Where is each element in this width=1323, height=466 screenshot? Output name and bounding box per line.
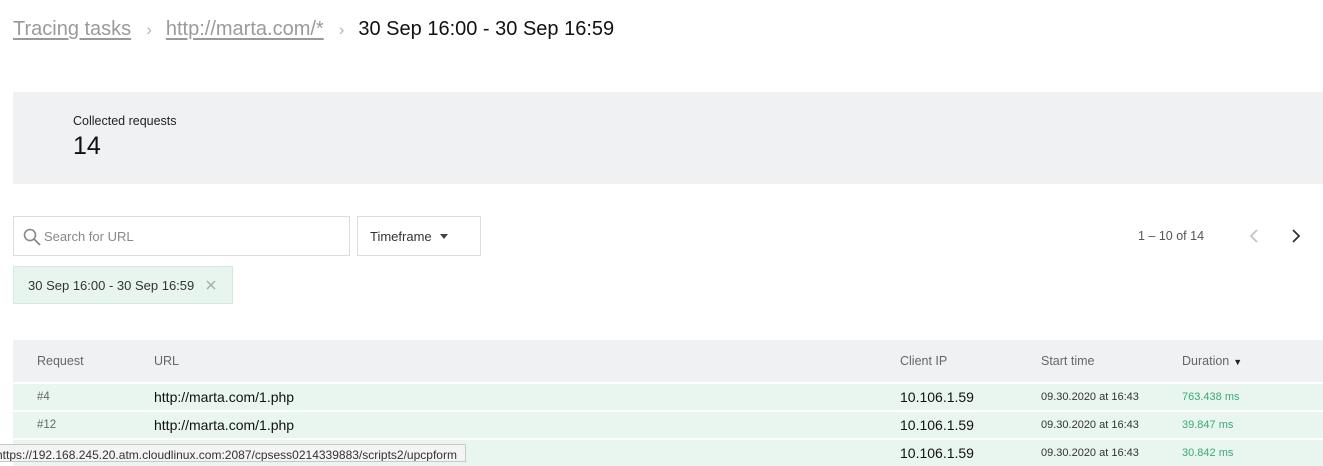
timeframe-dropdown[interactable]: Timeframe bbox=[357, 216, 481, 256]
stats-panel: Collected requests 14 bbox=[13, 92, 1323, 184]
filter-chip-label: 30 Sep 16:00 - 30 Sep 16:59 bbox=[28, 277, 195, 293]
search-icon bbox=[23, 228, 41, 246]
cell-request: #4 bbox=[37, 391, 50, 403]
breadcrumb-separator-icon: › bbox=[146, 19, 152, 39]
close-icon[interactable] bbox=[205, 279, 217, 291]
breadcrumb-link-domain[interactable]: http://marta.com/* bbox=[166, 18, 324, 41]
table-header: Request URL Client IP Start time Duratio… bbox=[13, 340, 1323, 382]
breadcrumb-link-tracing-tasks[interactable]: Tracing tasks bbox=[13, 18, 131, 41]
collected-requests-value: 14 bbox=[73, 132, 101, 160]
cell-start-time: 09.30.2020 at 16:43 bbox=[1041, 447, 1139, 459]
collected-requests-label: Collected requests bbox=[73, 114, 177, 128]
column-header-url: URL bbox=[154, 354, 180, 368]
cell-request: #12 bbox=[37, 419, 57, 431]
search-box bbox=[13, 216, 350, 256]
cell-client-ip: 10.106.1.59 bbox=[900, 389, 974, 405]
page-title: 30 Sep 16:00 - 30 Sep 16:59 bbox=[358, 18, 615, 40]
chevron-right-icon[interactable] bbox=[1286, 226, 1306, 246]
breadcrumb-separator-icon: › bbox=[338, 19, 345, 39]
search-input[interactable] bbox=[44, 217, 344, 255]
breadcrumb: Tracing tasks › http://marta.com/* › 30 … bbox=[13, 18, 614, 41]
cell-duration: 763.438 ms bbox=[1182, 391, 1240, 403]
sort-descending-icon: ▼ bbox=[1233, 357, 1243, 367]
cell-url: http://marta.com/1.php bbox=[154, 417, 295, 433]
pagination-text: 1 – 10 of 14 bbox=[1138, 229, 1205, 243]
status-bar-url: https://192.168.245.20.atm.cloudlinux.co… bbox=[0, 448, 457, 462]
cell-client-ip: 10.106.1.59 bbox=[900, 417, 974, 433]
chevron-left-icon[interactable] bbox=[1245, 226, 1265, 246]
browser-status-bar: https://192.168.245.20.atm.cloudlinux.co… bbox=[0, 444, 466, 462]
column-header-start-time: Start time bbox=[1041, 354, 1095, 368]
column-header-duration-label: Duration bbox=[1182, 354, 1230, 368]
filter-chip: 30 Sep 16:00 - 30 Sep 16:59 bbox=[13, 266, 233, 304]
cell-start-time: 09.30.2020 at 16:43 bbox=[1041, 419, 1139, 431]
cell-duration: 30.842 ms bbox=[1182, 447, 1234, 459]
caret-down-icon bbox=[439, 233, 448, 239]
column-header-request: Request bbox=[37, 354, 84, 368]
cell-client-ip: 10.106.1.59 bbox=[900, 445, 974, 461]
cell-url: http://marta.com/1.php bbox=[154, 389, 295, 405]
column-header-client-ip: Client IP bbox=[900, 354, 948, 368]
column-header-duration[interactable]: Duration ▼ bbox=[1182, 354, 1242, 368]
table-row[interactable]: #12 http://marta.com/1.php 10.106.1.59 0… bbox=[13, 410, 1323, 438]
cell-start-time: 09.30.2020 at 16:43 bbox=[1041, 391, 1139, 403]
cell-duration: 39.847 ms bbox=[1182, 419, 1234, 431]
timeframe-label: Timeframe bbox=[370, 228, 432, 244]
table-row[interactable]: #4 http://marta.com/1.php 10.106.1.59 09… bbox=[13, 382, 1323, 410]
